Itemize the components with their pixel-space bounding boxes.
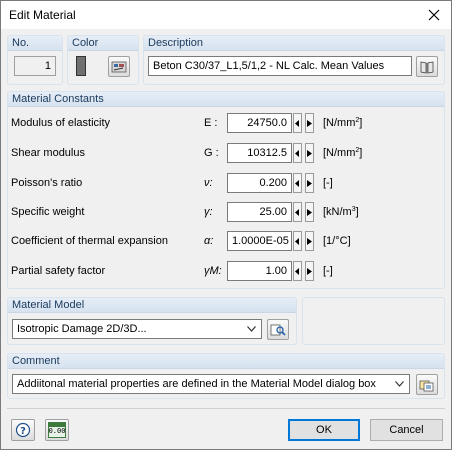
description-field[interactable]: Beton C30/37_L1,5/1,2 - NL Calc. Mean Va… [148, 56, 412, 76]
color-picker-button[interactable] [108, 56, 130, 77]
constant-unit: [N/mm2] [323, 147, 363, 159]
description-library-button[interactable] [416, 56, 438, 77]
book-icon [420, 61, 434, 73]
chevron-right-icon [307, 119, 312, 127]
window-title: Edit Material [9, 8, 76, 22]
safety-spin-up[interactable] [305, 261, 314, 281]
constant-label: Poisson's ratio [11, 177, 83, 189]
chevron-down-icon [245, 320, 257, 338]
comment-header: Comment [8, 354, 444, 369]
description-group-header: Description [144, 36, 444, 51]
calculator-button[interactable]: 0.00 [45, 419, 69, 441]
calculator-icon: 0.00 [48, 422, 66, 438]
material-model-select[interactable]: Isotropic Damage 2D/3D... [12, 319, 262, 339]
modulus-of-elasticity-input[interactable]: 24750.0 [227, 113, 292, 133]
ok-button[interactable]: OK [288, 419, 360, 441]
thermal-spin-up[interactable] [305, 231, 314, 251]
material-color-swatch [76, 56, 86, 76]
material-model-group: Material Model Isotropic Damage 2D/3D... [7, 297, 297, 345]
constant-symbol: E : [204, 117, 218, 129]
chevron-left-icon [295, 237, 299, 245]
comment-library-icon [419, 380, 434, 391]
chevron-down-icon [393, 375, 405, 393]
color-group-header: Color [68, 36, 138, 51]
weight-spin-down[interactable] [293, 202, 302, 222]
constant-symbol: ν: [204, 177, 213, 189]
thermal-expansion-input[interactable]: 1.0000E-05 [227, 231, 292, 251]
constant-unit: [N/mm2] [323, 117, 363, 129]
constant-label: Coefficient of thermal expansion [11, 235, 168, 247]
shear-spin-up[interactable] [305, 143, 314, 163]
close-icon [428, 9, 440, 21]
modulus-spin-down[interactable] [293, 113, 302, 133]
poissons-ratio-input[interactable]: 0.200 [227, 173, 292, 193]
title-bar: Edit Material [1, 1, 451, 29]
shear-spin-down[interactable] [293, 143, 302, 163]
weight-spin-up[interactable] [305, 202, 314, 222]
poisson-spin-down[interactable] [293, 173, 302, 193]
constant-label: Shear modulus [11, 147, 85, 159]
constant-unit: [1/°C] [323, 235, 351, 247]
chevron-right-icon [307, 237, 312, 245]
material-model-value: Isotropic Damage 2D/3D... [17, 323, 147, 335]
material-constants-header: Material Constants [8, 92, 444, 107]
model-preview-panel [302, 297, 445, 345]
material-model-edit-button[interactable] [267, 319, 289, 340]
chevron-left-icon [295, 149, 299, 157]
constant-unit: [kN/m3] [323, 206, 359, 218]
constant-unit: [-] [323, 265, 333, 277]
chevron-left-icon [295, 208, 299, 216]
material-number-field: 1 [14, 56, 56, 76]
constant-symbol: G : [204, 147, 219, 159]
material-model-header: Material Model [8, 298, 296, 313]
poisson-spin-up[interactable] [305, 173, 314, 193]
help-icon: ? [15, 422, 31, 438]
thermal-spin-down[interactable] [293, 231, 302, 251]
comment-combo[interactable]: Addiitonal material properties are defin… [12, 374, 410, 394]
constant-unit: [-] [323, 177, 333, 189]
description-group: Description Beton C30/37_L1,5/1,2 - NL C… [143, 35, 445, 85]
constant-label: Partial safety factor [11, 265, 106, 277]
comment-value: Addiitonal material properties are defin… [17, 378, 376, 390]
no-group-header: No. [8, 36, 62, 51]
constant-label: Specific weight [11, 206, 85, 218]
shear-modulus-input[interactable]: 10312.5 [227, 143, 292, 163]
help-button[interactable]: ? [11, 419, 35, 441]
chevron-right-icon [307, 179, 312, 187]
comment-library-button[interactable] [416, 374, 438, 395]
chevron-right-icon [307, 149, 312, 157]
safety-spin-down[interactable] [293, 261, 302, 281]
constant-symbol: γM: [204, 265, 222, 277]
no-group: No. 1 [7, 35, 63, 85]
close-button[interactable] [417, 1, 451, 29]
cancel-button[interactable]: Cancel [370, 419, 443, 441]
partial-safety-factor-input[interactable]: 1.00 [227, 261, 292, 281]
chevron-left-icon [295, 267, 299, 275]
chevron-left-icon [295, 119, 299, 127]
palette-icon [111, 61, 127, 72]
constant-symbol: α: [204, 235, 214, 247]
chevron-right-icon [307, 267, 312, 275]
chevron-left-icon [295, 179, 299, 187]
specific-weight-input[interactable]: 25.00 [227, 202, 292, 222]
svg-text:?: ? [20, 426, 26, 437]
color-group: Color [67, 35, 139, 85]
constant-symbol: γ: [204, 206, 213, 218]
chevron-right-icon [307, 208, 312, 216]
footer-separator [7, 408, 445, 409]
magnifier-icon [270, 324, 286, 336]
modulus-spin-up[interactable] [305, 113, 314, 133]
comment-group: Comment Addiitonal material properties a… [7, 353, 445, 399]
edit-material-dialog: Edit Material No. 1 Color Description Be… [0, 0, 452, 450]
constant-label: Modulus of elasticity [11, 117, 111, 129]
